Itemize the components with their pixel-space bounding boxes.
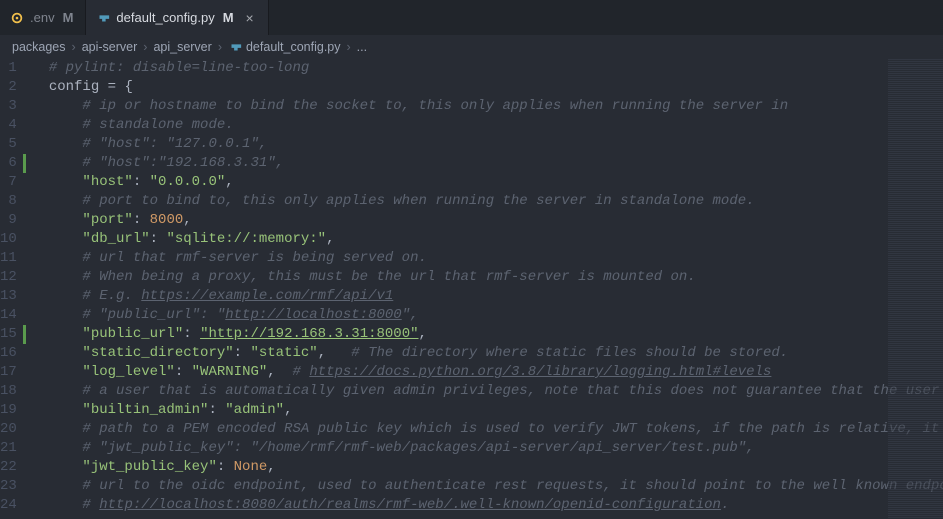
crumb[interactable]: packages xyxy=(12,40,66,54)
line-number: 8 xyxy=(0,192,17,211)
crumb[interactable]: api_server xyxy=(153,40,211,54)
tab-bar: .env M default_config.py M × xyxy=(0,0,943,35)
line-number: 21 xyxy=(0,439,17,458)
line-number: 2 xyxy=(0,78,17,97)
line-number: 18 xyxy=(0,382,17,401)
gear-icon xyxy=(10,11,24,25)
line-number: 20 xyxy=(0,420,17,439)
tab-default-config[interactable]: default_config.py M × xyxy=(86,0,268,35)
line-number: 13 xyxy=(0,287,17,306)
line-number: 10 xyxy=(0,230,17,249)
chevron-right-icon: › xyxy=(141,40,149,54)
line-number: 5 xyxy=(0,135,17,154)
crumb[interactable]: ... xyxy=(357,40,367,54)
python-icon xyxy=(96,11,110,25)
line-number: 12 xyxy=(0,268,17,287)
dirty-indicator: M xyxy=(61,10,76,25)
line-number: 1 xyxy=(0,59,17,78)
crumb[interactable]: api-server xyxy=(82,40,138,54)
code-content[interactable]: # pylint: disable=line-too-long config =… xyxy=(35,59,943,519)
tab-label: .env xyxy=(30,10,55,25)
line-number: 23 xyxy=(0,477,17,496)
line-gutter: 123456789101112131415161718192021222324 xyxy=(0,59,35,519)
line-number: 14 xyxy=(0,306,17,325)
tab-env[interactable]: .env M xyxy=(0,0,86,35)
line-number: 7 xyxy=(0,173,17,192)
minimap[interactable] xyxy=(888,59,943,519)
line-number: 15 xyxy=(0,325,26,344)
line-number: 24 xyxy=(0,496,17,515)
line-number: 3 xyxy=(0,97,17,116)
line-number: 16 xyxy=(0,344,17,363)
dirty-indicator: M xyxy=(221,10,236,25)
line-number: 19 xyxy=(0,401,17,420)
line-number: 11 xyxy=(0,249,17,268)
chevron-right-icon: › xyxy=(70,40,78,54)
line-number: 9 xyxy=(0,211,17,230)
line-number: 17 xyxy=(0,363,17,382)
python-icon xyxy=(228,40,242,54)
chevron-right-icon: › xyxy=(216,40,224,54)
breadcrumb: packages › api-server › api_server › def… xyxy=(0,35,943,59)
crumb[interactable]: default_config.py xyxy=(246,40,341,54)
line-number: 6 xyxy=(0,154,26,173)
close-icon[interactable]: × xyxy=(242,10,258,26)
line-number: 22 xyxy=(0,458,17,477)
code-editor[interactable]: 123456789101112131415161718192021222324 … xyxy=(0,59,943,519)
line-number: 4 xyxy=(0,116,17,135)
tab-label: default_config.py xyxy=(116,10,214,25)
chevron-right-icon: › xyxy=(345,40,353,54)
